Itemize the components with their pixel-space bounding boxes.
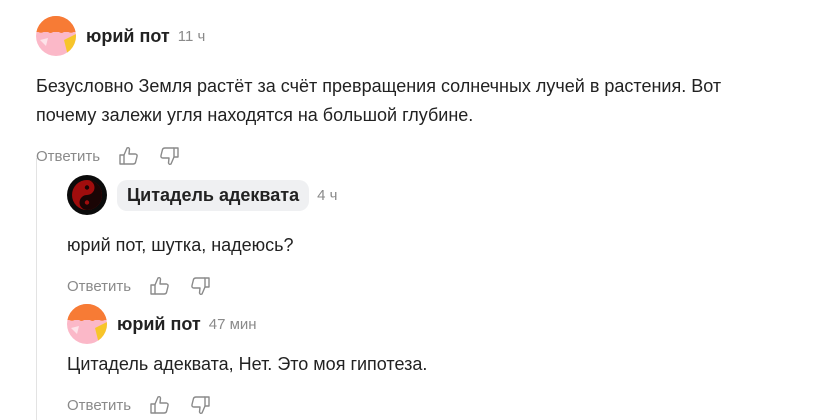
avatar[interactable] bbox=[67, 304, 107, 344]
comments-page: юрий пот 11 ч Безусловно Земля растёт за… bbox=[0, 0, 818, 420]
reply-button[interactable]: Ответить bbox=[67, 397, 131, 414]
comment-text-line: Цитадель адеквата, Нет. Это моя гипотеза… bbox=[67, 354, 428, 374]
comment-header: юрий пот 47 мин bbox=[67, 304, 427, 344]
thumbs-up-icon[interactable] bbox=[149, 394, 171, 416]
comment-time: 4 ч bbox=[317, 186, 338, 204]
comment-reply: Цитадель адеквата 4 ч юрий пот, шутка, н… bbox=[67, 175, 337, 298]
thumbs-up-icon[interactable] bbox=[149, 275, 171, 297]
author-name[interactable]: юрий пот bbox=[86, 26, 170, 47]
comment-text-line: юрий пот, шутка, надеюсь? bbox=[67, 235, 294, 255]
thumbs-up-icon[interactable] bbox=[118, 145, 140, 167]
comment-actions: Ответить bbox=[67, 274, 337, 298]
thumbs-down-icon[interactable] bbox=[158, 145, 180, 167]
comment-actions: Ответить bbox=[36, 144, 721, 168]
comment-text: юрий пот, шутка, надеюсь? bbox=[67, 231, 337, 260]
thumbs-down-icon[interactable] bbox=[189, 275, 211, 297]
author-name[interactable]: Цитадель адеквата bbox=[117, 179, 310, 211]
reply-button[interactable]: Ответить bbox=[36, 148, 100, 165]
comment-text-line: Безусловно Земля растёт за счёт превраще… bbox=[36, 76, 722, 96]
thread-line bbox=[36, 158, 37, 420]
comment-text: Безусловно Земля растёт за счёт превраще… bbox=[36, 72, 721, 130]
avatar[interactable] bbox=[67, 175, 107, 215]
reply-button[interactable]: Ответить bbox=[67, 278, 131, 295]
comment-time: 11 ч bbox=[177, 27, 206, 45]
comment-time: 47 мин bbox=[208, 315, 257, 333]
avatar[interactable] bbox=[36, 16, 76, 56]
comment-reply: юрий пот 47 мин Цитадель адеквата, Нет. … bbox=[67, 304, 427, 417]
comment-text-line: почему залежи угля находятся на большой … bbox=[36, 105, 474, 125]
comment-header: юрий пот 11 ч bbox=[36, 16, 721, 56]
comment-top-level: юрий пот 11 ч Безусловно Земля растёт за… bbox=[36, 16, 721, 168]
comment-header: Цитадель адеквата 4 ч bbox=[67, 175, 337, 215]
comment-text: Цитадель адеквата, Нет. Это моя гипотеза… bbox=[67, 350, 427, 379]
author-name[interactable]: юрий пот bbox=[117, 314, 201, 335]
comment-actions: Ответить bbox=[67, 393, 427, 417]
thumbs-down-icon[interactable] bbox=[189, 394, 211, 416]
